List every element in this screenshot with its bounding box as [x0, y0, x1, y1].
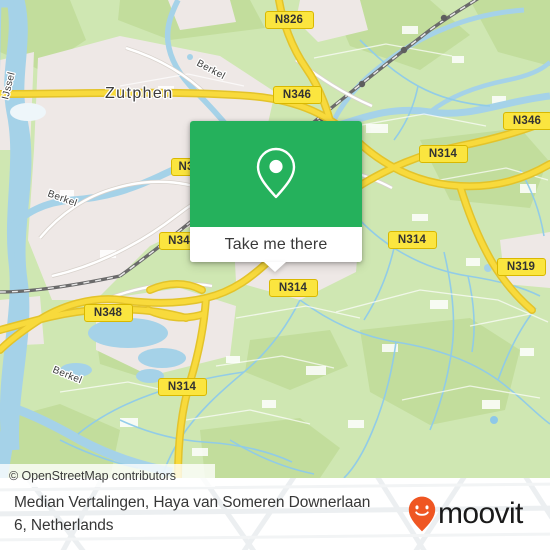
- footer-bar: Median Vertalingen, Haya van Someren Dow…: [0, 478, 550, 550]
- road-shield: N314: [418, 145, 468, 163]
- callout-pointer-tail: [264, 262, 286, 272]
- footer-content: Median Vertalingen, Haya van Someren Dow…: [0, 478, 550, 550]
- address-line-2: 6, Netherlands: [14, 517, 114, 534]
- road-shield-label: N314: [428, 148, 458, 160]
- road-shield: N346: [502, 112, 550, 130]
- destination-address: Median Vertalingen, Haya van Someren Dow…: [14, 491, 370, 537]
- road-shield-label: N348: [93, 307, 123, 319]
- map-pin-icon: [256, 147, 296, 199]
- moovit-smiley-pin-icon: [408, 496, 436, 532]
- road-shield: N826: [264, 11, 314, 29]
- address-line-1: Median Vertalingen, Haya van Someren Dow…: [14, 494, 371, 511]
- road-shield: N314: [157, 378, 207, 396]
- road-shield-label: N346: [512, 115, 542, 127]
- callout-action-label[interactable]: Take me there: [190, 227, 362, 262]
- attribution-text: © OpenStreetMap contributors: [9, 468, 176, 483]
- road-shield-label: N826: [274, 14, 304, 26]
- osm-attribution[interactable]: © OpenStreetMap contributors: [0, 464, 215, 487]
- road-shield: N314: [387, 231, 437, 249]
- svg-text:moovit: moovit: [438, 498, 524, 530]
- location-callout[interactable]: Take me there: [190, 121, 362, 262]
- callout-image-panel: [190, 121, 362, 227]
- road-shield-label: N314: [397, 234, 427, 246]
- moovit-map-share-card: Zutphen IJssel Berkel Berkel Berkel N826 N346…: [0, 0, 550, 550]
- moovit-logo[interactable]: moovit: [408, 496, 536, 532]
- road-shield-label: N314: [278, 282, 308, 294]
- road-shield: N346: [272, 86, 322, 104]
- moovit-wordmark: moovit: [438, 498, 525, 530]
- road-shield: N314: [268, 279, 318, 297]
- road-shield-label: N34: [168, 235, 190, 247]
- road-shield: N319: [496, 258, 546, 276]
- road-shield-label: N319: [506, 261, 536, 273]
- road-shield-label: N346: [282, 89, 312, 101]
- road-shield: N348: [83, 304, 133, 322]
- road-shield-label: N314: [167, 381, 197, 393]
